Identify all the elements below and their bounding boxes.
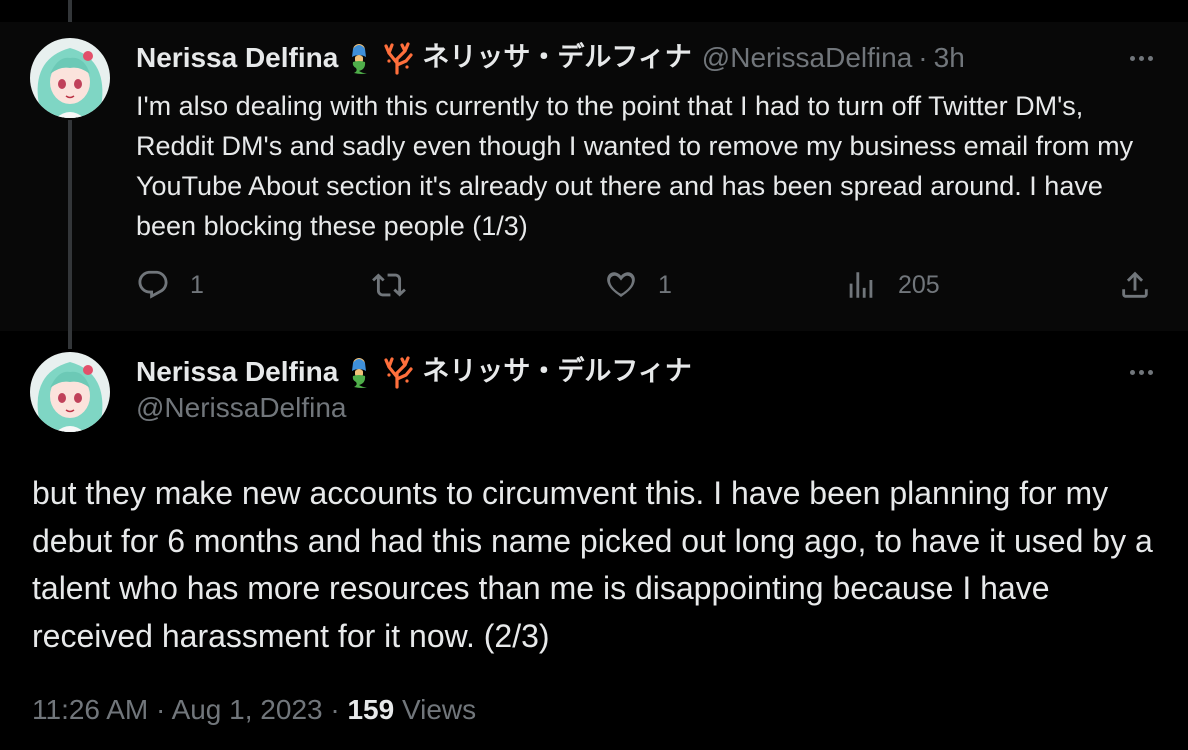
views-button[interactable]: 205	[844, 268, 940, 302]
tweet-actions: 1 1 205	[136, 268, 1156, 308]
mermaid-emoji-icon	[342, 41, 376, 75]
reply-button[interactable]: 1	[136, 268, 204, 302]
retweet-button[interactable]	[372, 268, 406, 302]
author-handle[interactable]: @NerissaDelfina	[136, 392, 347, 424]
avatar[interactable]	[30, 352, 110, 432]
reply-count: 1	[190, 270, 204, 299]
tweet-header: Nerissa Delfina ネリッサ・デルフィナ @NerissaDelfi…	[136, 40, 965, 76]
coral-emoji-icon	[380, 41, 414, 75]
tweet-1[interactable]: Nerissa Delfina ネリッサ・デルフィナ @NerissaDelfi…	[0, 22, 1188, 331]
tweet-text: but they make new accounts to circumvent…	[32, 475, 1153, 654]
header-separator: ·	[918, 42, 928, 73]
author-name[interactable]: Nerissa Delfina	[136, 354, 338, 390]
tweet-header: Nerissa Delfina ネリッサ・デルフィナ	[136, 354, 692, 390]
thread-line	[68, 120, 72, 349]
tweet-timestamp[interactable]: 11:26 AM · Aug 1, 2023 ·	[32, 694, 347, 725]
author-name-japanese: ネリッサ・デルフィナ	[422, 356, 692, 387]
views-label: Views	[394, 694, 477, 725]
views-icon	[849, 272, 873, 298]
share-icon	[1122, 271, 1148, 298]
author-name[interactable]: Nerissa Delfina	[136, 40, 338, 76]
like-button[interactable]: 1	[604, 268, 672, 302]
mermaid-emoji-icon	[342, 355, 376, 389]
avatar[interactable]	[30, 38, 110, 118]
avatar-image	[30, 352, 110, 432]
like-count: 1	[658, 270, 672, 299]
author-handle[interactable]: @NerissaDelfina	[702, 40, 913, 76]
views-number: 159	[347, 694, 395, 725]
more-icon[interactable]	[1130, 56, 1153, 61]
tweet-time[interactable]: 3h	[934, 40, 965, 76]
like-icon	[607, 272, 635, 298]
reply-icon	[138, 270, 168, 299]
author-name-japanese: ネリッサ・デルフィナ	[422, 42, 692, 73]
tweet-meta: 11:26 AM · Aug 1, 2023 · 159 Views	[32, 694, 476, 726]
views-count: 205	[898, 270, 940, 299]
more-icon[interactable]	[1130, 370, 1153, 375]
coral-emoji-icon	[380, 355, 414, 389]
share-button[interactable]	[1118, 268, 1152, 302]
tweet-text: I'm also dealing with this currently to …	[136, 91, 1134, 241]
retweet-icon	[372, 273, 406, 297]
thread-line-top	[68, 0, 72, 22]
avatar-image	[30, 38, 110, 118]
